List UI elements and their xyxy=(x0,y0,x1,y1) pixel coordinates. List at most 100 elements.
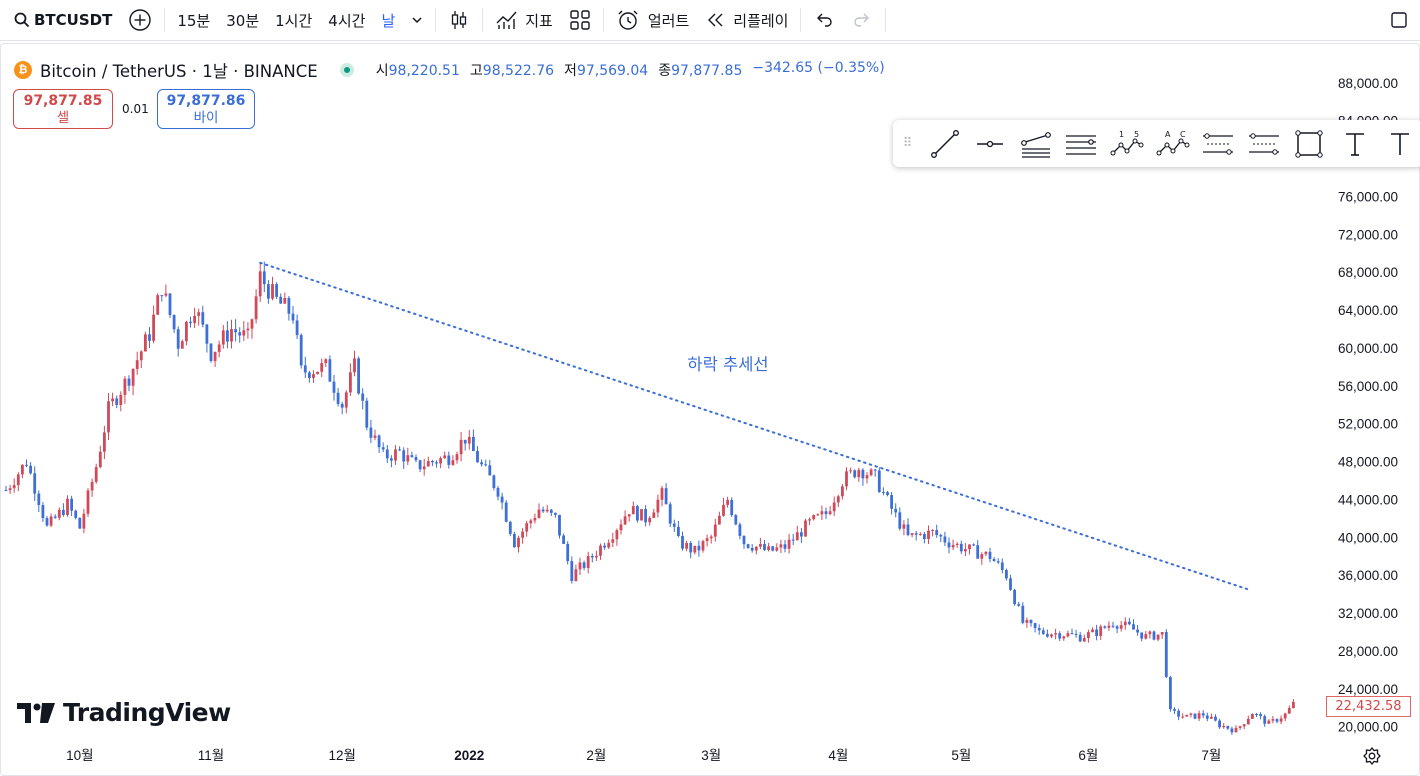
drag-handle-icon[interactable]: ⠿ xyxy=(893,136,922,151)
candle-body xyxy=(332,381,336,393)
candle xyxy=(828,505,832,516)
candle xyxy=(685,540,688,552)
candle-body xyxy=(1000,562,1004,570)
trend-line-tool[interactable] xyxy=(922,120,968,167)
candle xyxy=(910,533,914,538)
candle xyxy=(213,351,217,367)
candle-body xyxy=(1234,727,1238,733)
abcd-pattern-tool[interactable]: AC xyxy=(1150,120,1196,167)
candle-body xyxy=(828,511,832,515)
horizontal-ray-tool[interactable] xyxy=(968,120,1014,167)
candle-body xyxy=(1160,632,1164,635)
candle xyxy=(267,280,270,304)
candle xyxy=(964,543,967,557)
candle xyxy=(894,503,898,518)
text-tool[interactable] xyxy=(1332,120,1378,167)
candle xyxy=(1238,725,1242,730)
candle xyxy=(1144,631,1148,640)
tradingview-logo[interactable]: TradingView xyxy=(17,698,231,727)
candle-body xyxy=(139,351,143,361)
candle xyxy=(443,451,447,459)
candle xyxy=(324,358,328,367)
candle xyxy=(1005,568,1008,581)
candle-body xyxy=(570,561,574,582)
candle xyxy=(1259,712,1262,720)
candle xyxy=(656,494,660,518)
candle xyxy=(1173,707,1176,714)
candle-body xyxy=(992,558,996,562)
candle xyxy=(841,483,844,500)
candle xyxy=(541,506,545,513)
candle xyxy=(1091,627,1094,633)
candle xyxy=(1148,630,1152,639)
candle xyxy=(742,535,746,549)
buy-button[interactable]: 97,877.86 바이 xyxy=(157,89,255,129)
candle xyxy=(947,537,951,554)
candle-body xyxy=(127,378,131,386)
candle xyxy=(180,339,184,349)
date-range-tool[interactable] xyxy=(1195,120,1241,167)
candle xyxy=(804,518,807,537)
more-tools[interactable] xyxy=(1378,120,1420,167)
elliott-wave-tool[interactable]: 15 xyxy=(1104,120,1150,167)
candle xyxy=(1267,719,1271,724)
candle xyxy=(627,514,631,522)
candle-body xyxy=(800,532,803,537)
candle xyxy=(115,395,119,409)
candle-body xyxy=(1242,724,1246,727)
candle-body xyxy=(791,539,795,541)
market-status-icon[interactable] xyxy=(339,63,354,77)
candle-body xyxy=(33,473,37,494)
candle-body xyxy=(562,535,565,544)
candle-body xyxy=(463,439,467,444)
candle xyxy=(135,351,139,375)
candle-body xyxy=(644,509,647,523)
candle xyxy=(1292,699,1295,709)
candle-body xyxy=(1283,713,1287,719)
candle-body xyxy=(537,509,541,518)
candle xyxy=(882,487,885,496)
candle-body xyxy=(1066,633,1070,637)
candle xyxy=(287,296,291,321)
parallel-channel-tool[interactable] xyxy=(1013,120,1059,167)
candle-body xyxy=(1046,633,1049,637)
chart-settings-button[interactable] xyxy=(1362,746,1382,770)
candle xyxy=(1123,617,1127,630)
candle xyxy=(492,474,496,491)
candle-body xyxy=(763,544,766,550)
candle xyxy=(943,531,947,547)
candle xyxy=(1201,710,1205,719)
legend-title[interactable]: Bitcoin / TetherUS · 1날 · BINANCE xyxy=(40,58,318,82)
candle xyxy=(980,552,984,565)
candle-body xyxy=(324,359,328,364)
candle-body xyxy=(894,508,898,513)
date-range-icon xyxy=(1203,132,1234,155)
candle-body xyxy=(767,546,770,550)
candle-body xyxy=(619,524,623,531)
trendline-annotation[interactable]: 하락 추세선 xyxy=(687,355,768,374)
candle-body xyxy=(603,545,606,548)
candle xyxy=(406,447,410,466)
candle-body xyxy=(1062,636,1066,639)
rectangle-tool[interactable] xyxy=(1286,120,1332,167)
candle-body xyxy=(1091,629,1094,633)
downtrend-line[interactable] xyxy=(259,261,1250,591)
sell-button[interactable]: 97,877.85 셀 xyxy=(13,89,113,129)
candle xyxy=(217,340,221,358)
candle-body xyxy=(197,312,201,316)
price-axis-label: 40,000.00 xyxy=(1338,530,1398,545)
candle-body xyxy=(316,371,319,375)
candle xyxy=(1099,624,1103,640)
candle-body xyxy=(123,378,127,395)
candle-body xyxy=(775,547,779,551)
candle xyxy=(205,323,209,353)
price-range-tool[interactable] xyxy=(1241,120,1287,167)
gann-fan-tool[interactable] xyxy=(1059,120,1105,167)
candle xyxy=(787,533,791,554)
candle-body xyxy=(152,314,155,341)
candle xyxy=(595,550,598,562)
time-axis-label: 5월 xyxy=(951,748,971,763)
svg-text:5: 5 xyxy=(1134,130,1139,139)
candle-body xyxy=(439,458,442,464)
candle-body xyxy=(66,498,69,515)
